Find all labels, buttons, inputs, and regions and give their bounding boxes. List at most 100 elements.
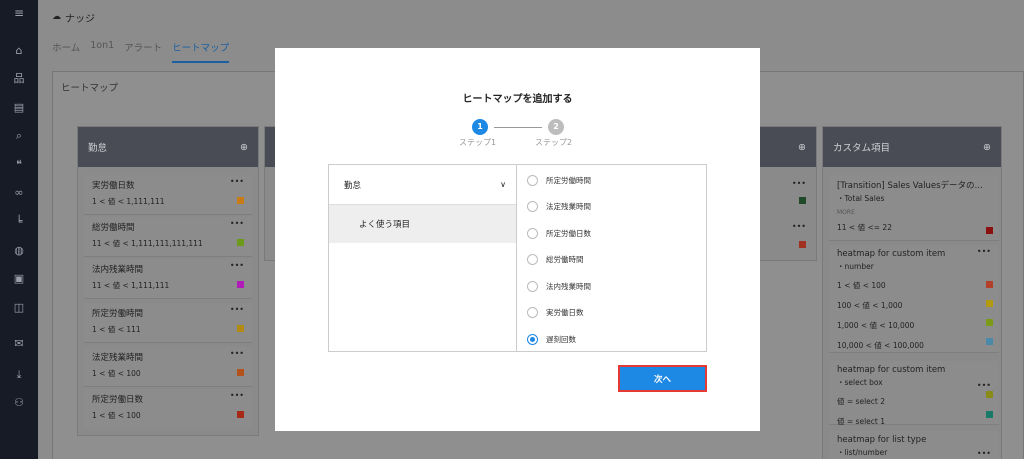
- tab-heatmap[interactable]: ヒートマップ: [172, 40, 230, 63]
- heatmap-card[interactable]: [Transition] Sales Valuesデータの… ・Total Sa…: [829, 175, 999, 241]
- add-circle-icon[interactable]: ⊕: [240, 142, 248, 153]
- more-menu-icon[interactable]: •••: [792, 222, 806, 231]
- card-title: heatmap for custom item: [837, 249, 946, 259]
- card-range: 値 = select 2: [837, 397, 885, 406]
- more-menu-icon[interactable]: •••: [792, 179, 806, 188]
- card-range: 11 < 値 < 1,111,111,111,111: [92, 239, 203, 248]
- card-title: [Transition] Sales Valuesデータの…: [837, 181, 984, 191]
- add-heatmap-dialog: ヒートマップを追加する 1 2 ステップ1 ステップ2 勤怠 ∨ よく使う項目 …: [275, 48, 760, 431]
- option-label: 実労働日数: [546, 307, 584, 317]
- heatmap-column-custom: カスタム項目 ⊕ [Transition] Sales Valuesデータの… …: [822, 126, 1002, 459]
- more-menu-icon[interactable]: •••: [230, 391, 244, 400]
- mail-icon[interactable]: ✉: [0, 337, 38, 351]
- color-swatch: [237, 281, 244, 288]
- category-dropdown[interactable]: 勤怠 ∨: [329, 165, 516, 205]
- heatmap-card[interactable]: heatmap for list type ・list/number •••: [829, 431, 999, 459]
- document-icon[interactable]: ▤: [0, 101, 38, 115]
- more-menu-icon[interactable]: •••: [230, 261, 244, 270]
- search-icon[interactable]: ⌕: [0, 129, 38, 143]
- radio-option[interactable]: 遅刻回数: [527, 331, 576, 347]
- link-icon[interactable]: ∞: [0, 186, 38, 200]
- card-subtitle: ・Total Sales: [837, 194, 885, 203]
- contact-icon[interactable]: ▣: [0, 272, 38, 286]
- card-range: 11 < 値 <= 22: [837, 223, 892, 232]
- more-tag[interactable]: MORE: [837, 209, 991, 216]
- card-range: 10,000 < 値 < 100,000: [837, 341, 924, 350]
- card-range: 1 < 値 < 100: [92, 369, 141, 378]
- subcategory-item[interactable]: よく使う項目: [329, 205, 516, 243]
- option-label: 法内残業時間: [546, 281, 591, 291]
- color-swatch: [986, 319, 993, 326]
- download-icon[interactable]: ⤓: [0, 368, 38, 382]
- color-swatch: [986, 300, 993, 307]
- color-swatch: [799, 197, 806, 204]
- card-range: 100 < 値 < 1,000: [837, 301, 903, 310]
- radio-option[interactable]: 実労働日数: [527, 304, 584, 320]
- heatmap-card[interactable]: 所定労働日数 1 < 値 < 100 •••: [84, 389, 252, 429]
- radio-option[interactable]: 法内残業時間: [527, 278, 591, 294]
- step-connector: [494, 127, 542, 128]
- color-swatch: [237, 239, 244, 246]
- tab-alert[interactable]: アラート: [124, 40, 162, 63]
- more-menu-icon[interactable]: •••: [977, 449, 991, 458]
- radio-button[interactable]: [527, 200, 538, 212]
- color-swatch: [237, 411, 244, 418]
- color-swatch: [799, 241, 806, 248]
- add-circle-icon[interactable]: ⊕: [983, 142, 991, 153]
- user-settings-icon[interactable]: ⚇: [0, 396, 38, 410]
- more-menu-icon[interactable]: •••: [230, 305, 244, 314]
- column-title: カスタム項目: [833, 143, 891, 154]
- radio-button[interactable]: [527, 306, 538, 318]
- heatmap-card[interactable]: 実労働日数 1 < 値 < 1,111,111 •••: [84, 175, 252, 215]
- org-chart-icon[interactable]: 品: [0, 72, 38, 86]
- add-circle-icon[interactable]: ⊕: [798, 142, 806, 153]
- heatmap-card[interactable]: 法定残業時間 1 < 値 < 100 •••: [84, 347, 252, 387]
- app-bar: ☁ ナッジ: [38, 0, 1024, 34]
- heatmap-card[interactable]: 所定労働時間 1 < 値 < 111 •••: [84, 303, 252, 343]
- radio-button[interactable]: [527, 227, 538, 239]
- color-swatch: [986, 411, 993, 418]
- radio-option[interactable]: 法定残業時間: [527, 198, 591, 214]
- more-menu-icon[interactable]: •••: [230, 177, 244, 186]
- globe-icon[interactable]: ◍: [0, 244, 38, 258]
- heatmap-card[interactable]: heatmap for custom item ・select box ••• …: [829, 361, 999, 426]
- radio-option[interactable]: 総労働時間: [527, 251, 584, 267]
- radio-option[interactable]: 所定労働日数: [527, 225, 591, 241]
- menu-icon[interactable]: ≡: [0, 6, 38, 20]
- step-1-indicator: 1: [472, 119, 488, 135]
- home-icon[interactable]: ⌂: [0, 44, 38, 58]
- card-title: heatmap for custom item: [837, 365, 946, 375]
- next-button[interactable]: 次へ: [618, 365, 707, 392]
- card-range: 1 < 値 < 1,111,111: [92, 197, 165, 206]
- radio-option[interactable]: 所定労働時間: [527, 172, 591, 188]
- color-swatch: [237, 325, 244, 332]
- card-title: 総労働時間: [92, 223, 135, 233]
- book-icon[interactable]: ◫: [0, 301, 38, 315]
- tab-home[interactable]: ホーム: [52, 40, 80, 63]
- chevron-down-icon: ∨: [500, 180, 506, 189]
- category-label: 勤怠: [344, 180, 362, 191]
- heatmap-card[interactable]: heatmap for custom item ・number ••• 1 < …: [829, 245, 999, 353]
- heatmap-card[interactable]: 法内残業時間 11 < 値 < 1,111,111 •••: [84, 259, 252, 299]
- more-menu-icon[interactable]: •••: [230, 349, 244, 358]
- step-2-label: ステップ2: [535, 138, 573, 147]
- dialog-title: ヒートマップを追加する: [462, 94, 573, 105]
- option-label: 総労働時間: [546, 254, 584, 264]
- card-title: 法定残業時間: [92, 353, 144, 363]
- card-title: 所定労働時間: [92, 309, 144, 319]
- heatmap-card[interactable]: 総労働時間 11 < 値 < 1,111,111,111,111 •••: [84, 217, 252, 257]
- more-menu-icon[interactable]: •••: [230, 219, 244, 228]
- chart-icon[interactable]: ╘: [0, 215, 38, 229]
- radio-button-selected[interactable]: [527, 333, 538, 345]
- step-2-indicator: 2: [548, 119, 564, 135]
- radio-button[interactable]: [527, 174, 538, 186]
- radio-button[interactable]: [527, 280, 538, 292]
- more-menu-icon[interactable]: •••: [977, 381, 991, 390]
- color-swatch: [237, 369, 244, 376]
- tab-1on1[interactable]: 1on1: [90, 40, 114, 63]
- section-title: ヒートマップ: [61, 83, 119, 94]
- option-label: 所定労働時間: [546, 175, 591, 185]
- more-menu-icon[interactable]: •••: [977, 247, 991, 256]
- radio-button[interactable]: [527, 253, 538, 265]
- chat-icon[interactable]: ❝: [0, 158, 38, 172]
